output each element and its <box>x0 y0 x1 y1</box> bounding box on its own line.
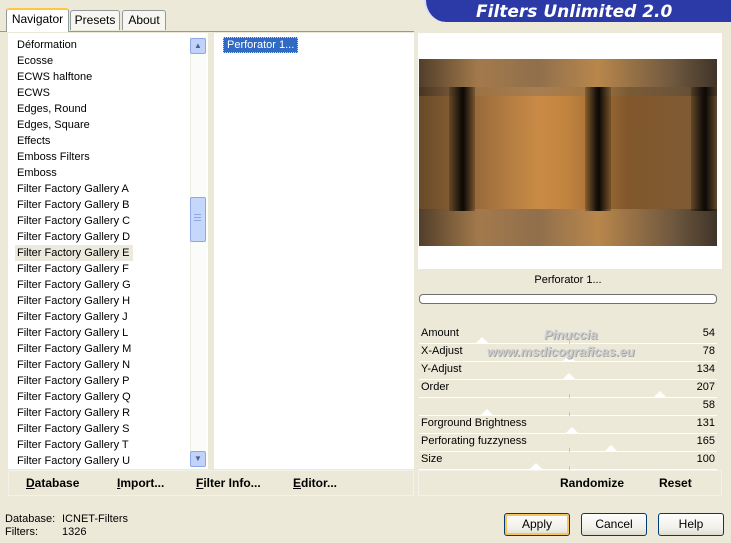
grip-line <box>194 220 201 221</box>
category-item[interactable]: Ecosse <box>17 53 53 69</box>
param-value: 165 <box>696 435 715 447</box>
param-name: Order <box>421 381 450 393</box>
param-row[interactable]: Perforating fuzzyness 165 <box>419 434 717 452</box>
category-item[interactable]: Filter Factory Gallery B <box>17 197 129 213</box>
preview-column <box>691 87 717 211</box>
param-value: 207 <box>696 381 715 393</box>
category-item[interactable]: Effects <box>17 133 50 149</box>
param-value: 134 <box>696 363 715 375</box>
scroll-up-button[interactable]: ▲ <box>190 38 206 54</box>
slider-thumb[interactable] <box>562 373 576 380</box>
slider-thumb[interactable] <box>653 391 667 398</box>
app-title: Filters Unlimited 2.0 <box>476 2 673 22</box>
slider-thumb[interactable] <box>480 409 494 416</box>
filter-item-selected[interactable]: Perforator 1... <box>223 37 299 53</box>
param-value: 58 <box>702 399 715 411</box>
grip-line <box>194 217 201 218</box>
tab-navigator[interactable]: Navigator <box>6 8 69 32</box>
param-name: Amount <box>421 327 459 339</box>
watermark-line-1: Pinuccia <box>544 327 598 342</box>
category-item[interactable]: Emboss <box>17 165 57 181</box>
category-item[interactable]: Filter Factory Gallery S <box>17 421 129 437</box>
filter-list[interactable] <box>214 33 414 469</box>
filter-name-label: Perforator 1... <box>534 274 602 286</box>
preview-column <box>449 87 475 211</box>
param-value: 78 <box>702 345 715 357</box>
param-row[interactable]: Forground Brightness 131 <box>419 416 717 434</box>
slider-thumb[interactable] <box>475 337 489 344</box>
category-item[interactable]: Emboss Filters <box>17 149 90 165</box>
filters-info: Filters: 1326 <box>5 526 86 538</box>
category-item[interactable]: Edges, Round <box>17 101 87 117</box>
category-scrollbar[interactable] <box>190 37 206 467</box>
import-button[interactable]: Import... <box>117 476 164 490</box>
param-name: X-Adjust <box>421 345 463 357</box>
category-item[interactable]: Filter Factory Gallery U <box>17 453 130 469</box>
category-item[interactable]: Filter Factory Gallery P <box>17 373 129 389</box>
mnemonic: E <box>293 476 302 490</box>
cancel-button[interactable]: Cancel <box>581 513 647 536</box>
slider-thumb[interactable] <box>604 445 618 452</box>
category-item[interactable]: Edges, Square <box>17 117 90 133</box>
param-row[interactable]: Y-Adjust 134 <box>419 362 717 380</box>
progress-bar <box>419 294 717 304</box>
filter-info-button[interactable]: Filter Info... <box>196 476 261 490</box>
param-row[interactable]: 58 <box>419 398 717 416</box>
category-item[interactable]: Déformation <box>17 37 77 53</box>
reset-button[interactable]: Reset <box>659 476 692 490</box>
param-row[interactable]: Size 100 <box>419 452 717 470</box>
mnemonic: D <box>26 476 35 490</box>
category-item[interactable]: Filter Factory Gallery H <box>17 293 130 309</box>
chevron-up-icon: ▲ <box>194 41 202 50</box>
scroll-down-button[interactable]: ▼ <box>190 451 206 467</box>
category-item[interactable]: Filter Factory Gallery T <box>17 437 129 453</box>
slider-thumb[interactable] <box>565 427 579 434</box>
database-info: Database: ICNET-Filters <box>5 513 128 525</box>
grip-line <box>194 214 201 215</box>
label: ditor... <box>301 476 338 490</box>
category-item[interactable]: Filter Factory Gallery C <box>17 213 130 229</box>
preview-column <box>585 87 611 211</box>
category-item[interactable]: Filter Factory Gallery N <box>17 357 130 373</box>
help-button[interactable]: Help <box>658 513 724 536</box>
tab-about[interactable]: About <box>122 10 166 30</box>
preview-image <box>419 59 717 246</box>
category-item[interactable]: ECWS halftone <box>17 69 92 85</box>
param-name: Forground Brightness <box>421 417 527 429</box>
label: ilter Info... <box>203 476 261 490</box>
category-item[interactable]: Filter Factory Gallery A <box>17 181 129 197</box>
filters-value: 1326 <box>62 526 87 538</box>
category-item[interactable]: Filter Factory Gallery R <box>17 405 130 421</box>
tab-presets[interactable]: Presets <box>70 10 120 30</box>
param-name: Y-Adjust <box>421 363 462 375</box>
category-item-selected[interactable]: Filter Factory Gallery E <box>15 245 134 261</box>
param-name: Size <box>421 453 443 465</box>
param-value: 54 <box>702 327 715 339</box>
category-item[interactable]: ECWS <box>17 85 50 101</box>
slider-thumb[interactable] <box>529 463 543 470</box>
category-item[interactable]: Filter Factory Gallery M <box>17 341 131 357</box>
label: atabase <box>34 476 80 490</box>
category-item[interactable]: Filter Factory Gallery D <box>17 229 130 245</box>
param-value: 131 <box>696 417 715 429</box>
param-value: 100 <box>696 453 715 465</box>
database-value: ICNET-Filters <box>62 513 128 525</box>
param-row[interactable]: Order 207 <box>419 380 717 398</box>
category-item[interactable]: Filter Factory Gallery L <box>17 325 128 341</box>
database-button[interactable]: Database <box>26 476 79 490</box>
chevron-down-icon: ▼ <box>194 454 202 463</box>
preview-band-bottom <box>419 209 717 246</box>
filters-label: Filters: <box>5 526 38 538</box>
param-name: Perforating fuzzyness <box>421 435 527 447</box>
category-item[interactable]: Filter Factory Gallery G <box>17 277 131 293</box>
randomize-button[interactable]: Randomize <box>560 476 624 490</box>
watermark-line-2: www.msdicograficas.eu <box>487 344 635 359</box>
category-item[interactable]: Filter Factory Gallery F <box>17 261 129 277</box>
category-item[interactable]: Filter Factory Gallery Q <box>17 389 131 405</box>
apply-button[interactable]: Apply <box>504 513 570 536</box>
label: mport... <box>120 476 165 490</box>
editor-button[interactable]: Editor... <box>293 476 337 490</box>
database-label: Database: <box>5 513 56 525</box>
category-item[interactable]: Filter Factory Gallery J <box>17 309 128 325</box>
